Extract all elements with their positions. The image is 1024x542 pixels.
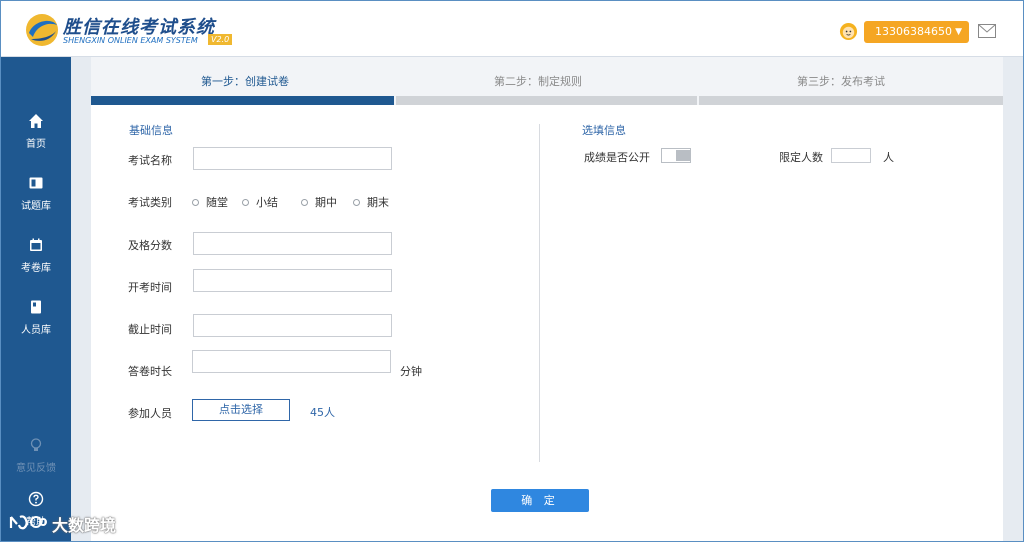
sidebar-item-home[interactable]: 首页 — [1, 113, 71, 163]
category-option-label: 期中 — [315, 196, 337, 209]
participants-label: 参加人员 — [128, 407, 172, 420]
sidebar: 首页 试题库 考卷库 人员库 意见反馈 帮助 — [1, 57, 71, 541]
main-content: 第一步：创建试卷 第二步：制定规则 第三步：发布考试 基础信息 考试名称 考试类… — [71, 57, 1023, 541]
select-participants-button[interactable]: 点击选择 — [192, 399, 290, 421]
book-icon — [31, 300, 41, 314]
question-bank-icon — [29, 177, 43, 189]
help-icon — [28, 491, 44, 507]
limit-count-label: 限定人数 — [779, 151, 823, 164]
limit-unit: 人 — [883, 151, 894, 164]
step-2-label: 第二步：制定规则 — [494, 75, 582, 88]
watermark-logo-icon — [9, 515, 47, 530]
mail-icon[interactable] — [978, 24, 996, 38]
calendar-icon — [30, 238, 42, 251]
app-header: 胜信在线考试系统 SHENGXIN ONLIEN EXAM SYSTEM V2.… — [1, 1, 1023, 57]
category-option-label: 随堂 — [206, 196, 228, 209]
duration-input[interactable] — [192, 350, 391, 373]
sidebar-item-label: 首页 — [26, 139, 46, 150]
section-divider — [539, 124, 540, 462]
toggle-knob — [676, 150, 690, 161]
sidebar-item-paper-bank[interactable]: 考卷库 — [1, 237, 71, 287]
public-score-label: 成绩是否公开 — [584, 151, 650, 164]
step-2-bar — [396, 96, 697, 105]
step-1-bar — [91, 96, 394, 105]
exam-name-label: 考试名称 — [128, 154, 172, 167]
app-subtitle: SHENGXIN ONLIEN EXAM SYSTEM — [63, 36, 198, 45]
start-time-input[interactable] — [193, 269, 392, 292]
public-score-toggle[interactable] — [661, 148, 691, 163]
user-phone: 13306384650 — [875, 25, 952, 38]
radio-circle-icon — [353, 199, 360, 206]
category-radio-4[interactable]: 期末 — [353, 194, 389, 210]
end-time-label: 截止时间 — [128, 323, 172, 336]
watermark-text: 大数跨境 — [52, 516, 117, 535]
duration-unit: 分钟 — [400, 365, 422, 378]
sidebar-item-feedback[interactable]: 意见反馈 — [1, 437, 71, 487]
step-3-label: 第三步：发布考试 — [797, 75, 885, 88]
sidebar-item-question-bank[interactable]: 试题库 — [1, 175, 71, 225]
confirm-button[interactable]: 确 定 — [491, 489, 589, 512]
pass-score-label: 及格分数 — [128, 239, 172, 252]
category-radio-3[interactable]: 期中 — [301, 194, 337, 210]
user-menu-dropdown[interactable]: 13306384650 ▼ — [864, 21, 969, 43]
sidebar-item-personnel[interactable]: 人员库 — [1, 299, 71, 349]
sidebar-item-label: 人员库 — [21, 325, 51, 336]
exam-category-label: 考试类别 — [128, 196, 172, 209]
end-time-input[interactable] — [193, 314, 392, 337]
chevron-down-icon: ▼ — [955, 27, 962, 37]
exam-name-input[interactable] — [193, 147, 392, 170]
create-exam-card: 第一步：创建试卷 第二步：制定规则 第三步：发布考试 基础信息 考试名称 考试类… — [91, 57, 1003, 541]
duration-label: 答卷时长 — [128, 365, 172, 378]
step-1-label: 第一步：创建试卷 — [201, 75, 289, 88]
category-radio-2[interactable]: 小结 — [242, 194, 278, 210]
limit-count-input[interactable] — [831, 148, 871, 163]
radio-circle-icon — [301, 199, 308, 206]
logo-icon — [26, 14, 58, 46]
participant-count: 45人 — [310, 406, 335, 419]
basic-info-title: 基础信息 — [129, 124, 173, 137]
home-icon — [29, 114, 43, 128]
optional-info-title: 选填信息 — [582, 124, 626, 137]
category-option-label: 小结 — [256, 196, 278, 209]
radio-circle-icon — [242, 199, 249, 206]
lightbulb-icon — [30, 438, 42, 451]
user-avatar-icon — [839, 22, 858, 41]
category-radio-1[interactable]: 随堂 — [192, 194, 228, 210]
step-progress: 第一步：创建试卷 第二步：制定规则 第三步：发布考试 — [91, 57, 1003, 105]
category-option-label: 期末 — [367, 196, 389, 209]
radio-circle-icon — [192, 199, 199, 206]
step-3-bar — [699, 96, 1003, 105]
sidebar-item-label: 考卷库 — [21, 263, 51, 274]
pass-score-input[interactable] — [193, 232, 392, 255]
sidebar-item-label: 意见反馈 — [16, 463, 56, 474]
version-badge: V2.0 — [208, 34, 233, 45]
sidebar-item-label: 试题库 — [21, 201, 51, 212]
start-time-label: 开考时间 — [128, 281, 172, 294]
